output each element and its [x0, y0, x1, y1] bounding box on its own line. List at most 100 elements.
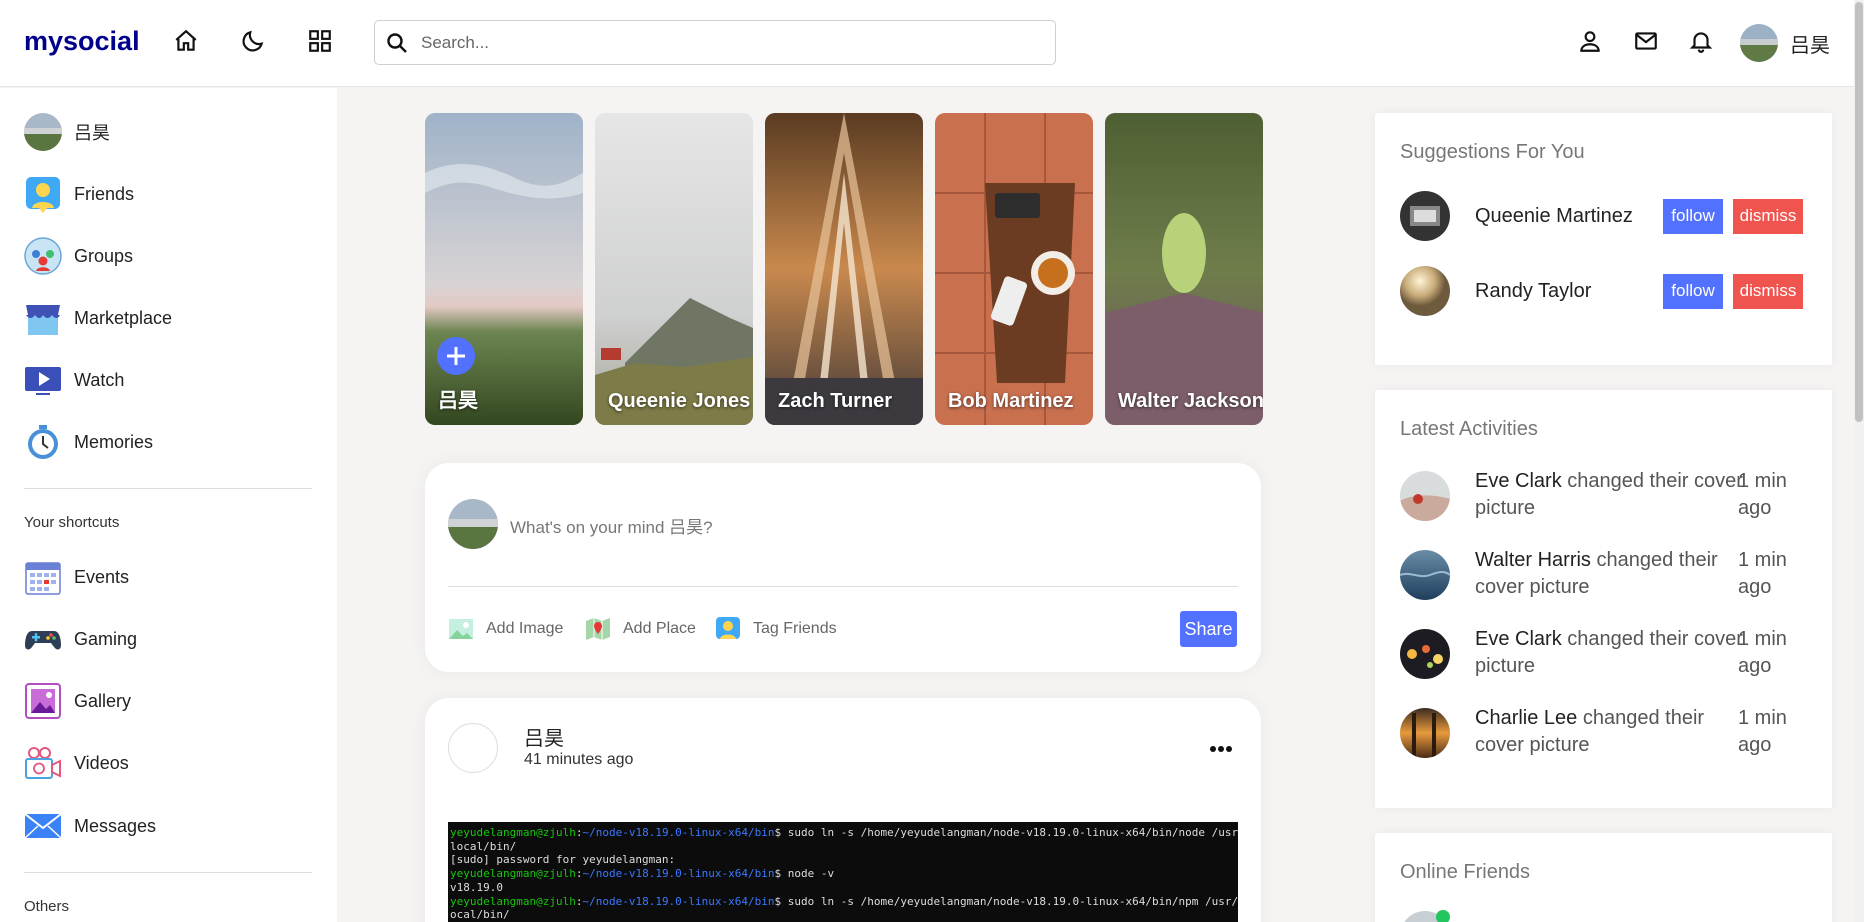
grid-icon[interactable] [305, 26, 335, 56]
story-card[interactable]: Zach Turner [765, 113, 923, 425]
activity-row: Walter Harris changed their cover pictur… [1400, 547, 1810, 607]
more-options-icon[interactable] [1209, 740, 1233, 758]
suggestions-card: Suggestions For You Queenie Martinez fol… [1375, 113, 1832, 365]
terminal-line: local/bin/ [450, 839, 517, 853]
share-divider [448, 586, 1238, 587]
sidebar-item-groups[interactable]: Groups [24, 236, 133, 276]
sidebar-item-label: Gaming [74, 628, 138, 649]
image-icon [449, 619, 473, 639]
terminal-line: ocal/bin/ [450, 908, 510, 922]
gallery-icon [24, 682, 62, 720]
story-name: 吕昊 [438, 390, 478, 412]
share-button[interactable]: Share [1180, 611, 1237, 647]
story-card[interactable]: Bob Martinez [935, 113, 1093, 425]
nav-user-profile[interactable]: 吕昊 [1740, 24, 1830, 62]
sidebar-item-gallery[interactable]: Gallery [24, 681, 131, 721]
post-author-name[interactable]: 吕昊 [524, 722, 564, 751]
activity-user[interactable]: Eve Clark [1475, 628, 1562, 650]
terminal-line: yeyudelangman@zjulh:~/node-v18.19.0-linu… [450, 867, 835, 881]
sidebar-item-label: Videos [74, 752, 129, 773]
activity-row: Charlie Lee changed their cover picture … [1400, 705, 1810, 765]
watch-icon [24, 361, 62, 399]
sidebar-divider [24, 872, 312, 873]
home-icon[interactable] [171, 26, 201, 56]
activity-time: 1 min ago [1738, 470, 1787, 519]
events-icon [24, 558, 62, 596]
sidebar-item-friends[interactable]: Friends [24, 174, 134, 214]
logo[interactable]: mysocial [24, 26, 140, 57]
story-name: Queenie Jones [608, 390, 751, 412]
online-status-dot [1436, 910, 1450, 922]
post-author-avatar[interactable] [448, 723, 498, 773]
dismiss-button[interactable]: dismiss [1733, 198, 1803, 234]
follow-button[interactable]: follow [1663, 273, 1723, 309]
add-image-button[interactable]: Add Image [448, 616, 563, 642]
avatar [24, 113, 62, 151]
activities-title: Latest Activities [1400, 418, 1538, 440]
sidebar-item-label: Memories [74, 431, 154, 452]
online-friends-title: Online Friends [1400, 861, 1531, 883]
activity-time: 1 min ago [1738, 628, 1787, 677]
activity-row: Eve Clark changed their cover picture 1 … [1400, 626, 1810, 686]
suggestion-row: Randy Taylor follow dismiss [1400, 266, 1810, 316]
terminal-line: v18.19.0 [450, 880, 503, 894]
sidebar-item-messages[interactable]: Messages [24, 806, 156, 846]
map-icon [586, 618, 610, 640]
follow-button[interactable]: follow [1663, 198, 1723, 234]
page-scrollbar[interactable] [1854, 0, 1864, 922]
sidebar-item-watch[interactable]: Watch [24, 360, 124, 400]
sidebar-item-videos[interactable]: Videos [24, 743, 129, 783]
suggestion-name[interactable]: Queenie Martinez [1475, 205, 1663, 228]
activity-user[interactable]: Eve Clark [1475, 470, 1562, 492]
mail-icon[interactable] [1631, 26, 1661, 56]
sidebar-item-marketplace[interactable]: Marketplace [24, 298, 172, 338]
sidebar-item-memories[interactable]: Memories [24, 422, 153, 462]
sidebar-divider [24, 488, 312, 489]
story-card[interactable]: 吕昊 [425, 113, 583, 425]
latest-activities-card: Latest Activities Eve Clark changed thei… [1375, 390, 1832, 808]
plus-icon [447, 347, 465, 365]
sidebar-item-label: Gallery [74, 690, 132, 711]
avatar[interactable] [1400, 266, 1450, 316]
avatar[interactable] [1400, 708, 1450, 758]
friends-icon [716, 617, 740, 639]
story-card[interactable]: Queenie Jones [595, 113, 753, 425]
tag-friends-button[interactable]: Tag Friends [715, 616, 837, 642]
add-story-button[interactable] [437, 337, 475, 375]
story-image [425, 113, 583, 425]
story-card[interactable]: Walter Jackson [1105, 113, 1263, 425]
user-icon[interactable] [1575, 26, 1605, 56]
sidebar-item-label: Events [74, 566, 130, 587]
activity-user[interactable]: Charlie Lee [1475, 707, 1577, 729]
avatar[interactable] [1400, 191, 1450, 241]
share-text-input[interactable]: What's on your mind 吕昊? [510, 513, 713, 538]
moon-icon[interactable] [238, 26, 268, 56]
add-place-button[interactable]: Add Place [585, 616, 696, 642]
avatar[interactable] [1400, 550, 1450, 600]
avatar[interactable] [1400, 471, 1450, 521]
suggestions-title: Suggestions For You [1400, 141, 1585, 163]
activity-user[interactable]: Walter Harris [1475, 549, 1591, 571]
share-card: What's on your mind 吕昊? Add Image Add Pl… [425, 463, 1261, 672]
story-image [935, 113, 1093, 425]
scrollbar-thumb[interactable] [1855, 2, 1863, 422]
search-input[interactable] [421, 32, 1021, 53]
activity-text: Walter Harris changed their cover pictur… [1475, 549, 1718, 598]
terminal-line: [sudo] password for yeyudelangman: [450, 853, 676, 867]
search-bar[interactable] [374, 20, 1056, 65]
sidebar-item-profile[interactable]: 吕昊 [24, 112, 110, 152]
dismiss-button[interactable]: dismiss [1733, 273, 1803, 309]
avatar[interactable] [1400, 629, 1450, 679]
sidebar-item-gaming[interactable]: Gaming [24, 619, 137, 659]
sidebar-item-label: Watch [74, 369, 125, 390]
sidebar-item-events[interactable]: Events [24, 557, 129, 597]
post-image-terminal: yeyudelangman@zjulh:~/node-v18.19.0-linu… [448, 822, 1238, 922]
sidebar-item-label: Groups [74, 245, 134, 266]
gaming-icon [24, 620, 62, 658]
bell-icon[interactable] [1686, 26, 1716, 56]
sidebar-heading-shortcuts: Your shortcuts [24, 514, 120, 531]
terminal-line: yeyudelangman@zjulh:~/node-v18.19.0-linu… [450, 894, 1238, 908]
suggestion-name[interactable]: Randy Taylor [1475, 280, 1663, 303]
story-name: Walter Jackson [1118, 390, 1263, 412]
sidebar-item-label: 吕昊 [74, 123, 110, 143]
